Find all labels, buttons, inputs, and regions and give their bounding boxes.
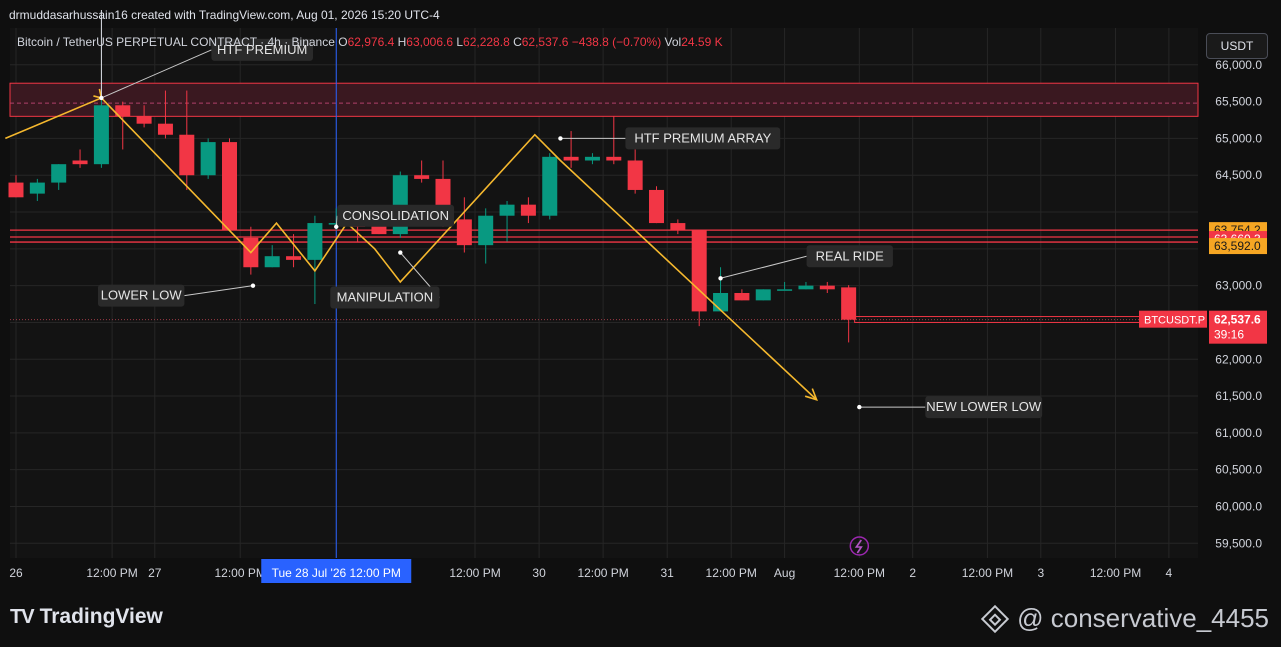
candle-body [72, 160, 88, 165]
annotation-label: CONSOLIDATION [342, 208, 449, 223]
candle-body [179, 134, 195, 176]
candle-body [286, 256, 302, 260]
x-tick-label: 12:00 PM [86, 566, 137, 580]
current-price-label: 62,537.6 [1214, 313, 1261, 327]
y-tick-label: 66,000.0 [1215, 58, 1262, 72]
symbol-legend: Bitcoin / TetherUS PERPETUAL CONTRACT · … [17, 35, 723, 49]
x-tick-label: 12:00 PM [962, 566, 1013, 580]
candle-body [670, 223, 686, 231]
x-tick-label: 12:00 PM [706, 566, 757, 580]
annotation-label: MANIPULATION [337, 290, 434, 305]
tradingview-brand[interactable]: TV TradingView [10, 605, 163, 629]
y-tick-label: 63,000.0 [1215, 279, 1262, 293]
annotation-anchor [857, 404, 862, 410]
candle-body [307, 223, 323, 260]
y-tick-label: 65,500.0 [1215, 95, 1262, 109]
x-tick-label: 12:00 PM [577, 566, 628, 580]
x-tick-label: 2 [909, 566, 916, 580]
y-tick-label: 60,500.0 [1215, 463, 1262, 477]
x-tick-label: 4 [1166, 566, 1173, 580]
x-tick-label: 31 [660, 566, 674, 580]
price-chart[interactable]: HTF PREMIUMHTF PREMIUM ARRAYCONSOLIDATIO… [0, 0, 1281, 647]
annotation-label: HTF PREMIUM ARRAY [634, 130, 771, 145]
candle-body [8, 182, 24, 198]
binance-diamond-icon [980, 604, 1010, 633]
annotation-label: NEW LOWER LOW [926, 399, 1042, 414]
candle-body [649, 189, 664, 224]
brand-name: TradingView [39, 605, 163, 628]
y-tick-label: 62,000.0 [1215, 352, 1262, 366]
annotation-anchor [250, 283, 256, 288]
candle-body [713, 293, 729, 312]
annotation-label: LOWER LOW [101, 288, 183, 303]
annotation-anchor [558, 136, 563, 141]
x-tick-label: 12:00 PM [1090, 566, 1141, 580]
x-tick-label: Tue 28 Jul '26 12:00 PM [272, 566, 401, 580]
htf-premium-zone [9, 82, 1199, 117]
candle-body [819, 285, 835, 290]
candle-body [542, 156, 558, 216]
y-tick-label: 64,500.0 [1215, 168, 1262, 182]
candle-body [627, 160, 643, 190]
annotation-callout: CONSOLIDATION [334, 204, 455, 229]
currency-button[interactable]: USDT [1206, 33, 1268, 59]
candle-body [93, 105, 109, 165]
candle-body [499, 204, 515, 216]
annotation-anchor [398, 250, 403, 255]
candle-body [456, 219, 472, 246]
price-level-label: 63,592.0 [1214, 239, 1261, 253]
candle-body [51, 164, 67, 183]
x-tick-label: Aug [774, 566, 795, 580]
annotation-label: REAL RIDE [816, 248, 884, 263]
x-tick-label: 26 [9, 566, 23, 580]
x-tick-label: 3 [1037, 566, 1044, 580]
candle-body [755, 289, 771, 301]
y-tick-label: 61,000.0 [1215, 426, 1262, 440]
x-tick-label: 27 [148, 566, 162, 580]
y-tick-label: 60,000.0 [1215, 499, 1262, 513]
candle-body [691, 230, 707, 312]
countdown-label: 39:16 [1214, 328, 1244, 342]
candle-body [264, 256, 280, 268]
candle-body [734, 293, 750, 301]
candle-body [200, 142, 216, 176]
candle-body [29, 182, 45, 194]
candle-body [157, 123, 173, 135]
candle-body [777, 289, 793, 291]
x-tick-label: 12:00 PM [834, 566, 885, 580]
annotation-anchor [718, 276, 723, 281]
x-tick-label: 30 [532, 566, 546, 580]
author-watermark: @ conservative_4455 [980, 603, 1269, 634]
candle-body [798, 285, 814, 290]
ticker-label: BTCUSDT.P [1144, 315, 1205, 327]
author-name: @ conservative_4455 [1017, 603, 1269, 633]
annotation-anchor [99, 95, 104, 101]
y-tick-label: 59,500.0 [1215, 536, 1262, 550]
candle-body [563, 156, 579, 161]
x-tick-label: 12:00 PM [214, 566, 265, 580]
candle-body [520, 204, 536, 216]
candle-body [222, 142, 237, 231]
y-tick-label: 65,000.0 [1215, 131, 1262, 145]
candle-body [136, 116, 152, 124]
candle-body [584, 156, 600, 161]
candle-body [841, 287, 857, 320]
y-tick-label: 61,500.0 [1215, 389, 1262, 403]
x-tick-label: 12:00 PM [449, 566, 500, 580]
tradingview-logo-icon: TV [10, 605, 35, 628]
candle-body [606, 156, 622, 161]
candle-body [414, 175, 430, 179]
candle-body [478, 215, 494, 246]
